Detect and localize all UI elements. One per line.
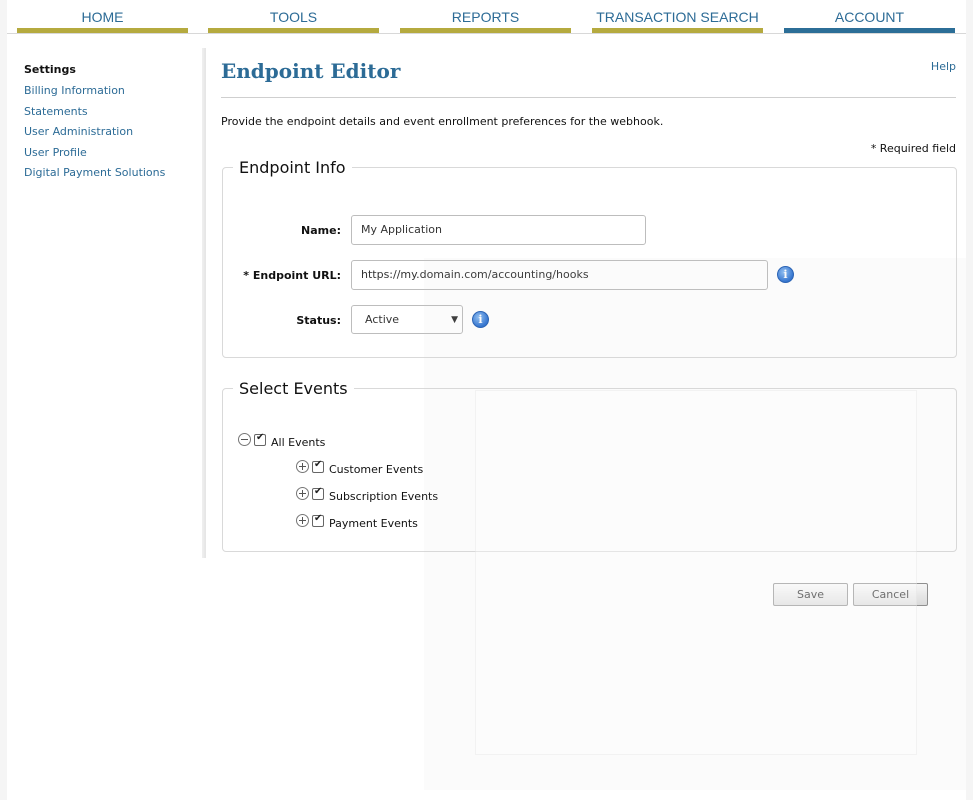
- expand-icon[interactable]: [296, 487, 309, 500]
- nav-divider: [7, 33, 966, 34]
- tree-row-payment-events: Payment Events: [296, 511, 418, 530]
- title-divider: [221, 97, 956, 98]
- top-nav: HOME TOOLS REPORTS TRANSACTION SEARCH AC…: [17, 0, 966, 34]
- endpoint-info-legend: Endpoint Info: [239, 158, 346, 177]
- status-label: Status:: [296, 314, 341, 327]
- tree-row-all-events: All Events: [238, 430, 325, 449]
- tree-row-subscription-events: Subscription Events: [296, 484, 438, 503]
- tab-transaction-search[interactable]: TRANSACTION SEARCH: [592, 0, 763, 33]
- required-field-note: * Required field: [870, 142, 956, 155]
- tab-home[interactable]: HOME: [17, 0, 188, 33]
- expand-icon[interactable]: [296, 514, 309, 527]
- tab-tools[interactable]: TOOLS: [208, 0, 379, 33]
- sidebar-item-user-profile[interactable]: User Profile: [24, 145, 204, 166]
- customer-events-checkbox[interactable]: [312, 459, 324, 473]
- sidebar-item-statements[interactable]: Statements: [24, 104, 204, 125]
- name-field[interactable]: My Application: [351, 215, 646, 245]
- page-title: Endpoint Editor: [221, 59, 401, 83]
- sidebar-item-digital-payment-solutions[interactable]: Digital Payment Solutions: [24, 165, 204, 186]
- all-events-checkbox[interactable]: [254, 432, 266, 446]
- collapse-icon[interactable]: [238, 433, 251, 446]
- name-label: Name:: [301, 224, 341, 237]
- tab-account[interactable]: ACCOUNT: [784, 0, 955, 33]
- sidebar-title: Settings: [24, 63, 76, 76]
- payment-events-checkbox[interactable]: [312, 513, 324, 527]
- subscription-events-checkbox[interactable]: [312, 486, 324, 500]
- help-link[interactable]: Help: [931, 60, 956, 73]
- endpoint-url-label: * Endpoint URL:: [243, 269, 341, 282]
- subscription-events-label: Subscription Events: [329, 490, 439, 503]
- customer-events-label: Customer Events: [329, 463, 424, 476]
- tab-reports[interactable]: REPORTS: [400, 0, 571, 33]
- status-select-value: Active: [365, 313, 400, 326]
- page-description: Provide the endpoint details and event e…: [221, 115, 664, 128]
- tree-row-customer-events: Customer Events: [296, 457, 423, 476]
- expand-icon[interactable]: [296, 460, 309, 473]
- sidebar-divider: [202, 48, 206, 558]
- sidebar-item-user-administration[interactable]: User Administration: [24, 124, 204, 145]
- payment-events-label: Payment Events: [329, 517, 418, 530]
- select-events-legend: Select Events: [239, 379, 348, 398]
- settings-sidebar: Settings Billing Information Statements …: [24, 62, 204, 186]
- background-ghost-panel: [475, 390, 917, 755]
- sidebar-item-billing-information[interactable]: Billing Information: [24, 83, 204, 104]
- all-events-label: All Events: [271, 436, 326, 449]
